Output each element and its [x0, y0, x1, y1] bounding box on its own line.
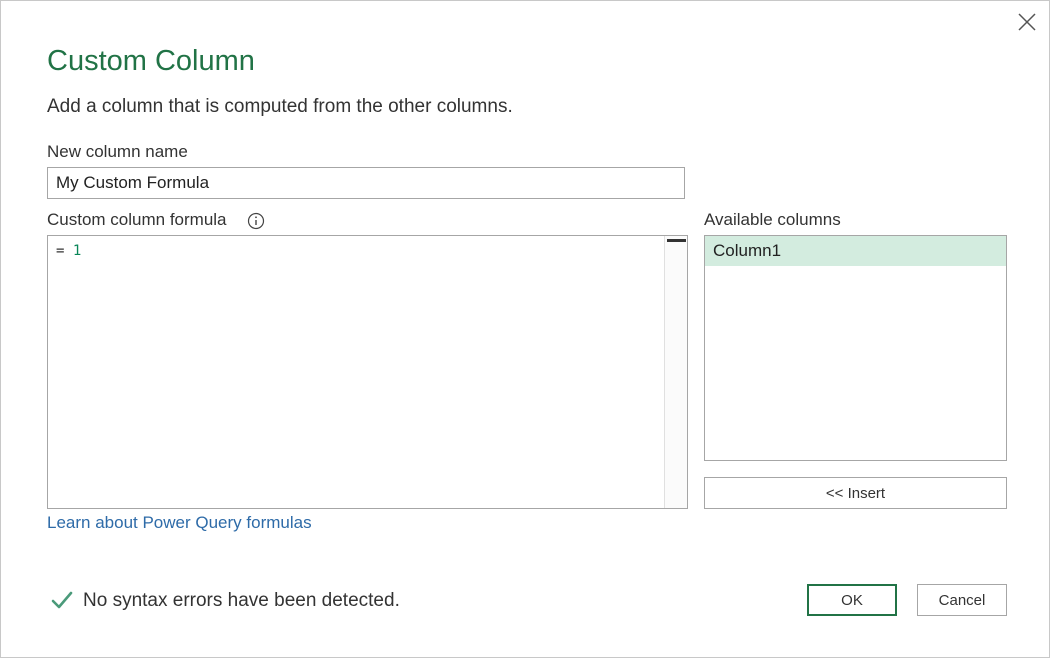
available-columns-list[interactable]: Column1 [704, 235, 1007, 461]
info-icon[interactable] [247, 212, 265, 230]
formula-text[interactable]: = 1 [56, 243, 81, 259]
formula-prefix: = [56, 243, 73, 259]
new-column-name-input[interactable] [47, 167, 685, 199]
available-column-item[interactable]: Column1 [705, 236, 1006, 266]
formula-value: 1 [72, 243, 82, 259]
learn-formulas-link[interactable]: Learn about Power Query formulas [47, 513, 312, 533]
formula-scroll-thumb[interactable] [667, 239, 686, 242]
formula-label: Custom column formula [47, 210, 227, 229]
new-column-name-label: New column name [47, 142, 188, 161]
dialog-subtitle: Add a column that is computed from the o… [47, 96, 513, 117]
available-columns-label: Available columns [704, 210, 841, 229]
formula-editor[interactable]: = 1 [47, 235, 688, 509]
insert-button[interactable]: << Insert [704, 477, 1007, 509]
syntax-status-text: No syntax errors have been detected. [83, 590, 400, 611]
formula-scrollbar[interactable] [664, 236, 687, 508]
cancel-button[interactable]: Cancel [917, 584, 1007, 616]
dialog-title: Custom Column [47, 45, 255, 77]
checkmark-icon [51, 591, 73, 609]
close-icon[interactable] [1015, 10, 1039, 34]
custom-column-dialog: Custom Column Add a column that is compu… [0, 0, 1050, 658]
ok-button[interactable]: OK [807, 584, 897, 616]
